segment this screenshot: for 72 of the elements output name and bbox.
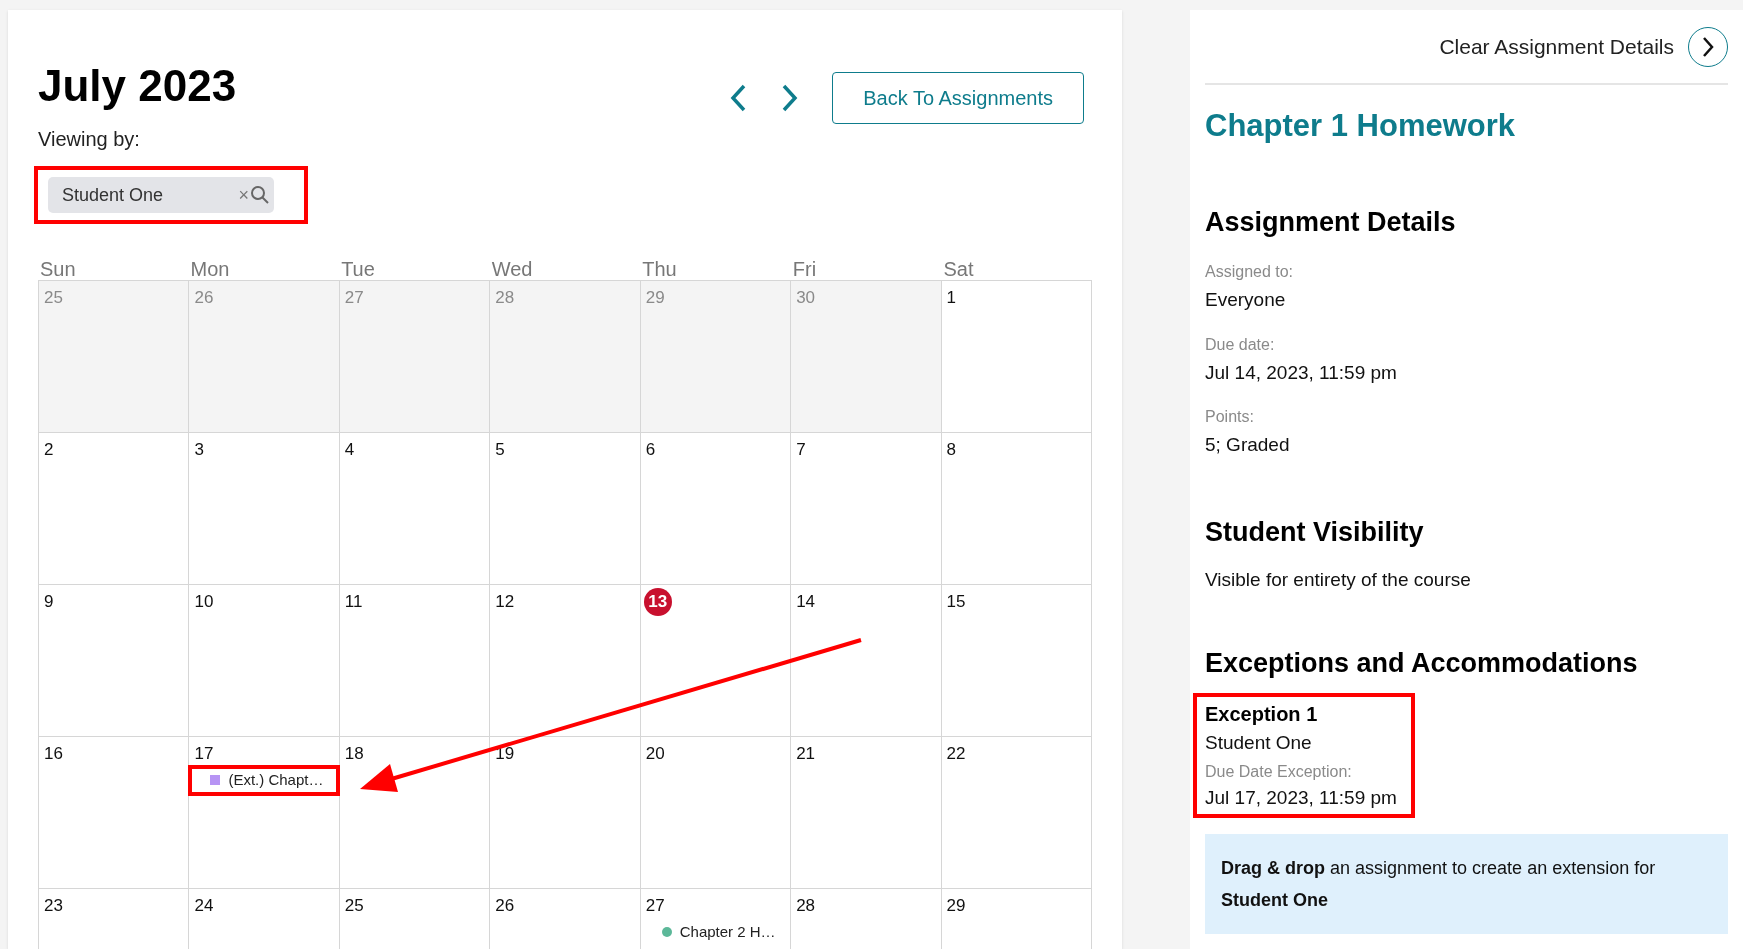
field-label: Assigned to: — [1205, 262, 1295, 282]
date-number: 27 — [645, 895, 665, 918]
section-heading: Student Visibility — [1205, 515, 1425, 549]
student-value: Student One — [62, 183, 165, 207]
student-search-field[interactable]: Student One × — [48, 177, 274, 213]
calendar-event[interactable]: (Ext.) Chapt… — [188, 765, 340, 796]
date-number: 20 — [645, 743, 665, 766]
date-number: 25 — [344, 895, 364, 918]
search-icon — [250, 185, 270, 205]
date-number: 8 — [946, 439, 957, 462]
date-number: 30 — [796, 287, 816, 310]
date-number: 23 — [44, 895, 63, 918]
date-number: 6 — [645, 439, 656, 462]
calendar-event[interactable]: Chapter 2 H… — [639, 917, 792, 948]
field-value: Everyone — [1205, 288, 1287, 312]
field-value: Jul 14, 2023, 11:59 pm — [1205, 360, 1398, 385]
section-heading: Exceptions and Accommodations — [1205, 646, 1639, 680]
chevron-right-icon — [781, 83, 800, 113]
date-number: 28 — [796, 895, 816, 918]
weekday-header: Sat — [942, 257, 975, 280]
date-number: 16 — [44, 743, 63, 766]
weekday-header: Wed — [490, 257, 534, 280]
date-number: 17 — [194, 743, 214, 766]
section-heading: Assignment Details — [1205, 205, 1457, 239]
date-number: 7 — [796, 439, 806, 462]
date-number: 21 — [796, 743, 816, 766]
date-number: 26 — [194, 287, 214, 310]
drag-drop-hint: Drag & drop an assignment to create an extension for Student One — [1205, 834, 1728, 934]
date-number: 11 — [344, 591, 363, 614]
field-label: Due Date Exception: — [1205, 761, 1353, 782]
back-to-assignments-button[interactable]: Back To Assignments — [832, 72, 1084, 124]
event-title: Chapter 2 H… — [679, 922, 776, 942]
weekday-header: Fri — [791, 257, 818, 280]
date-number: 1 — [946, 287, 957, 310]
event-title: (Ext.) Chapt… — [228, 770, 324, 790]
today-date-badge: 13 — [643, 588, 672, 616]
weekday-header: Thu — [641, 257, 678, 280]
field-label: Due date: — [1205, 334, 1276, 355]
section-text: Visible for entirety of the course — [1205, 568, 1472, 592]
weekday-header: Mon — [189, 257, 231, 280]
exception-title: Exception 1 — [1205, 702, 1319, 727]
date-number: 4 — [344, 439, 355, 462]
date-number: 5 — [495, 439, 505, 462]
chevron-right-icon — [1701, 36, 1715, 58]
date-number: 25 — [44, 287, 63, 310]
date-number: 24 — [194, 895, 214, 918]
date-number: 18 — [344, 743, 364, 766]
date-number: 26 — [495, 895, 515, 918]
date-number: 15 — [946, 591, 966, 614]
chevron-left-icon — [729, 83, 748, 113]
weekday-header: Tue — [340, 257, 376, 280]
date-number: 9 — [44, 591, 54, 614]
date-number: 29 — [946, 895, 966, 918]
assignment-title: Chapter 1 Homework — [1205, 107, 1517, 145]
field-label: Points: — [1205, 407, 1255, 427]
viewing-label: Viewing by: — [38, 127, 141, 152]
field-value: 5; Graded — [1205, 433, 1291, 457]
date-number: 27 — [344, 287, 364, 310]
date-number: 12 — [495, 591, 515, 614]
date-number: 14 — [796, 591, 816, 614]
weekday-header: Sun — [39, 257, 77, 280]
clear-selection-button[interactable]: × — [238, 181, 249, 209]
date-number: 2 — [44, 439, 54, 462]
date-number: 22 — [946, 743, 966, 766]
month-title: July 2023 — [38, 60, 237, 112]
clear-details-label: Clear Assignment Details — [1439, 34, 1674, 61]
date-number: 3 — [194, 439, 204, 462]
field-value: Jul 17, 2023, 11:59 pm — [1205, 785, 1398, 810]
date-number: 28 — [495, 287, 515, 310]
exception-student: Student One — [1205, 731, 1313, 755]
date-number: 29 — [645, 287, 665, 310]
date-number: 10 — [194, 591, 214, 614]
